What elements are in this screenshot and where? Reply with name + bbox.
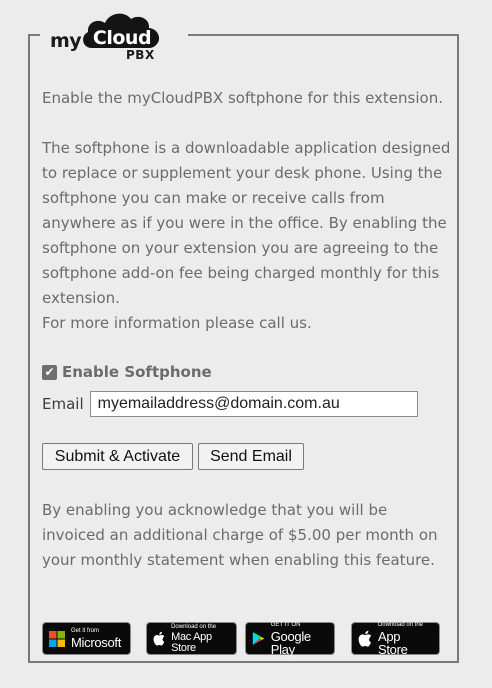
disclaimer-text: By enabling you acknowledge that you wil… xyxy=(42,501,438,569)
app-store-badge[interactable]: Download on the App Store xyxy=(351,621,440,657)
enable-softphone-label[interactable]: Enable Softphone xyxy=(62,363,212,381)
logo-text-my: my xyxy=(50,30,82,52)
badge-big-text: App Store xyxy=(377,628,408,657)
email-input[interactable] xyxy=(89,391,418,417)
microsoft-store-badge[interactable]: Get it from Microsoft xyxy=(42,622,131,655)
badge-small-text: Get it from xyxy=(71,628,100,634)
apple-icon xyxy=(358,630,372,647)
google-play-icon xyxy=(252,631,265,646)
google-play-badge[interactable]: GET IT ON Google Play xyxy=(245,621,335,657)
enable-softphone-checkbox[interactable]: ✔ Enable Softphone xyxy=(42,361,212,383)
logo-text-pbx: PBX xyxy=(126,48,155,62)
badge-small-text: GET IT ON xyxy=(270,621,301,628)
intro-text: Enable the myCloudPBX softphone for this… xyxy=(42,89,443,107)
apple-icon xyxy=(153,631,165,646)
windows-icon xyxy=(49,630,65,647)
email-label: Email xyxy=(42,395,84,413)
mac-app-store-badge[interactable]: Download on the Mac App Store xyxy=(146,622,237,655)
mycloudpbx-logo: my Cloud PBX xyxy=(40,10,188,62)
more-info-text: For more information please call us. xyxy=(42,314,312,332)
badge-big-text: Mac App Store xyxy=(171,630,212,654)
send-email-button[interactable]: Send Email xyxy=(198,443,304,470)
email-row: Email xyxy=(42,391,418,417)
logo-text-cloud: Cloud xyxy=(92,27,152,49)
badge-small-text: Download on the xyxy=(171,623,217,630)
submit-activate-button[interactable]: Submit & Activate xyxy=(42,443,193,470)
badge-big-text: Microsoft xyxy=(71,635,122,650)
checkmark-icon[interactable]: ✔ xyxy=(42,364,57,380)
badge-small-text: Download on the xyxy=(377,621,424,628)
badge-big-text: Google Play xyxy=(270,628,311,657)
description-text: The softphone is a downloadable applicat… xyxy=(42,139,451,307)
